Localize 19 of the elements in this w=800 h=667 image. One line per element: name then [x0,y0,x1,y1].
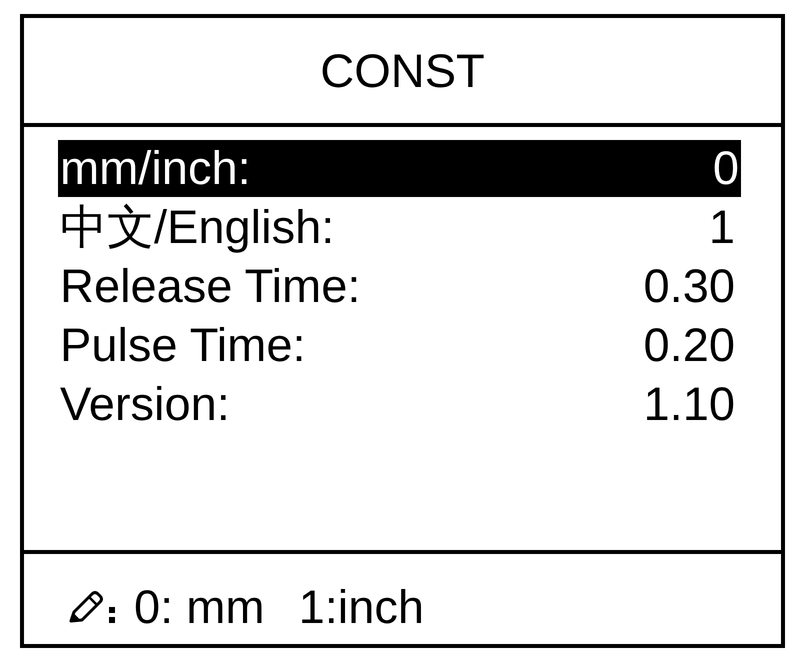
setting-value: 0 [712,141,739,196]
hint-text: 1:inch [298,581,424,633]
screen-title: CONST [320,44,485,96]
setting-value: 0.20 [644,318,735,373]
menu-row[interactable]: Version: 1.10 [58,376,741,433]
hint-text: 0: mm [134,581,265,633]
menu-row[interactable]: 中文/English: 1 [58,199,741,256]
setting-label: Release Time: [60,259,360,314]
setting-label: Version: [60,377,230,432]
menu-row[interactable]: mm/inch: 0 [58,140,741,197]
setting-value: 1.10 [644,377,735,432]
menu-row[interactable]: Release Time: 0.30 [58,258,741,315]
setting-value: 0.30 [644,259,735,314]
setting-label: mm/inch: [60,141,251,196]
pencil-icon [68,590,118,624]
menu-row[interactable]: Pulse Time: 0.20 [58,317,741,374]
setting-label: Pulse Time: [60,318,306,373]
setting-label: 中文/English: [60,200,334,255]
setting-value: 1 [708,200,735,255]
